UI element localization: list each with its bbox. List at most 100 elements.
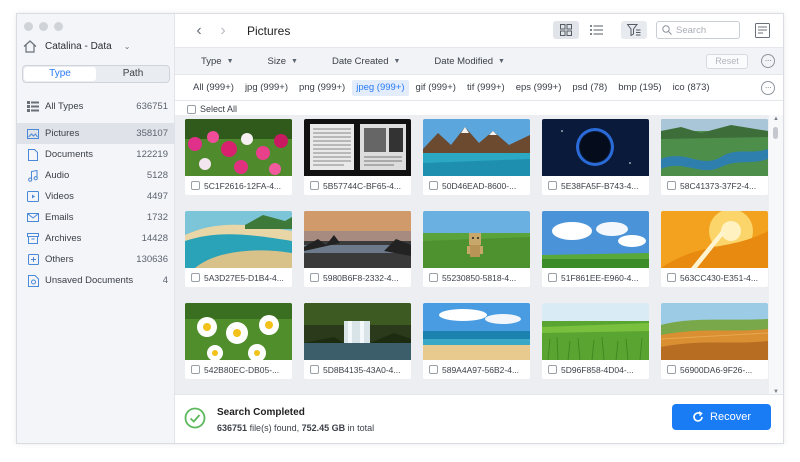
file-checkbox[interactable] [310, 181, 319, 190]
thumbnail-image[interactable] [185, 303, 292, 360]
filter-more-options-icon[interactable]: ··· [761, 54, 775, 68]
scroll-up-icon[interactable]: ▲ [773, 116, 779, 122]
file-checkbox[interactable] [667, 181, 676, 190]
file-checkbox[interactable] [310, 273, 319, 282]
file-tile[interactable]: 5D8B4135-43A0-4... [304, 303, 411, 379]
ext-tab-gif[interactable]: gif (999+) [412, 80, 460, 96]
thumbnail-image[interactable] [661, 303, 768, 360]
date-modified-dropdown[interactable]: Date Modified ▼ [434, 56, 505, 67]
type-dropdown[interactable]: Type ▼ [201, 56, 234, 67]
sidebar-item-label: Videos [45, 191, 74, 202]
file-checkbox[interactable] [310, 365, 319, 374]
select-all-checkbox[interactable]: Select All [187, 104, 237, 114]
file-name: 5E38FA5F-B743-4... [561, 180, 639, 191]
home-icon[interactable] [23, 40, 37, 53]
sidebar-item-unsaved-documents[interactable]: Unsaved Documents 4 [17, 270, 175, 291]
extension-more-icon[interactable]: ··· [761, 81, 775, 95]
file-tile[interactable]: 56900DA6-9F26-... [661, 303, 768, 379]
file-tile[interactable]: 51F861EE-E960-4... [542, 211, 649, 287]
search-box[interactable] [656, 21, 740, 39]
sidebar-item-archives[interactable]: Archives 14428 [17, 228, 175, 249]
file-checkbox[interactable] [548, 273, 557, 282]
file-tile[interactable]: 55230850-5818-4... [423, 211, 530, 287]
zoom-window-button[interactable] [54, 22, 63, 31]
thumbnail-image[interactable] [542, 303, 649, 360]
scan-report-button[interactable] [753, 21, 771, 39]
file-tile[interactable]: 5D96F858-4D04-... [542, 303, 649, 379]
sidebar: Catalina - Data ⌄ Type Path All Types 63… [17, 14, 175, 443]
thumbnail-image[interactable] [304, 119, 411, 176]
file-tile[interactable]: 5980B6F8-2332-4... [304, 211, 411, 287]
reset-button[interactable]: Reset [706, 54, 748, 69]
grid-view-button[interactable] [553, 21, 579, 39]
file-tile[interactable]: 542B80EC-DB05-... [185, 303, 292, 379]
sidebar-item-all-types[interactable]: All Types 636751 [17, 96, 175, 117]
ext-tab-ico[interactable]: ico (873) [669, 80, 714, 96]
file-checkbox[interactable] [667, 365, 676, 374]
thumbnail-image[interactable] [304, 303, 411, 360]
ext-tab-bmp[interactable]: bmp (195) [614, 80, 665, 96]
thumbnail-image[interactable] [423, 303, 530, 360]
search-input[interactable] [676, 24, 736, 36]
file-checkbox[interactable] [191, 181, 200, 190]
thumbnail-image[interactable] [661, 211, 768, 268]
scrollbar-thumb[interactable] [773, 127, 778, 139]
thumbnail-image[interactable] [423, 119, 530, 176]
ext-tab-tif[interactable]: tif (999+) [463, 80, 509, 96]
back-arrow-icon[interactable]: ‹ [189, 22, 209, 40]
file-checkbox[interactable] [191, 273, 200, 282]
ext-tab-jpg[interactable]: jpg (999+) [241, 80, 292, 96]
file-tile[interactable]: 5C1F2616-12FA-4... [185, 119, 292, 195]
file-name: 542B80EC-DB05-... [204, 364, 280, 375]
list-view-button[interactable] [583, 21, 609, 39]
minimize-window-button[interactable] [39, 22, 48, 31]
ext-tab-png[interactable]: png (999+) [295, 80, 349, 96]
sidebar-item-others[interactable]: Others 130636 [17, 249, 175, 270]
file-checkbox[interactable] [548, 365, 557, 374]
file-tile[interactable]: 5E38FA5F-B743-4... [542, 119, 649, 195]
file-checkbox[interactable] [429, 365, 438, 374]
recover-button[interactable]: Recover [672, 404, 771, 430]
tab-type[interactable]: Type [24, 67, 96, 81]
file-checkbox[interactable] [191, 365, 200, 374]
file-tile[interactable]: 563CC430-E351-4... [661, 211, 768, 287]
thumbnail-image[interactable] [185, 119, 292, 176]
checkbox[interactable] [187, 104, 196, 114]
file-tile[interactable]: 5A3D27E5-D1B4-4... [185, 211, 292, 287]
file-tile[interactable]: 58C41373-37F2-4... [661, 119, 768, 195]
close-window-button[interactable] [24, 22, 33, 31]
thumbnail-image[interactable] [185, 211, 292, 268]
file-grid: 5C1F2616-12FA-4... 5B57744C-BF65-4... 50D4… [175, 115, 769, 396]
thumbnail-image[interactable] [423, 211, 530, 268]
ext-tab-jpeg[interactable]: jpeg (999+) [352, 79, 409, 96]
sidebar-item-emails[interactable]: Emails 1732 [17, 207, 175, 228]
forward-arrow-icon[interactable]: › [213, 22, 233, 40]
file-checkbox[interactable] [429, 273, 438, 282]
sidebar-item-count: 14428 [141, 233, 168, 244]
drive-selector[interactable]: Catalina - Data ⌄ [23, 40, 130, 53]
thumbnail-image[interactable] [661, 119, 768, 176]
filter-button[interactable] [621, 21, 647, 39]
sidebar-item-documents[interactable]: Documents 122219 [17, 144, 175, 165]
sidebar-item-pictures[interactable]: Pictures 358107 [17, 123, 175, 144]
tab-path[interactable]: Path [97, 66, 169, 82]
file-checkbox[interactable] [667, 273, 676, 282]
file-tile[interactable]: 5B57744C-BF65-4... [304, 119, 411, 195]
thumbnail-image[interactable] [542, 211, 649, 268]
ext-tab-eps[interactable]: eps (999+) [512, 80, 566, 96]
size-dropdown[interactable]: Size ▼ [268, 56, 298, 67]
sidebar-item-videos[interactable]: Videos 4497 [17, 186, 175, 207]
grid-view-icon [560, 24, 572, 36]
vertical-scrollbar[interactable]: ▲ ▼ [769, 115, 783, 396]
file-checkbox[interactable] [429, 181, 438, 190]
ext-tab-all[interactable]: All (999+) [189, 80, 238, 96]
file-tile[interactable]: 589A4A97-56B2-4... [423, 303, 530, 379]
thumbnail-image[interactable] [542, 119, 649, 176]
ext-tab-psd[interactable]: psd (78) [568, 80, 611, 96]
file-tile[interactable]: 50D46EAD-8600-... [423, 119, 530, 195]
date-created-dropdown[interactable]: Date Created ▼ [332, 56, 400, 67]
thumbnail-image[interactable] [304, 211, 411, 268]
file-checkbox[interactable] [548, 181, 557, 190]
sidebar-item-audio[interactable]: Audio 5128 [17, 165, 175, 186]
unsaved-document-icon [27, 274, 39, 287]
